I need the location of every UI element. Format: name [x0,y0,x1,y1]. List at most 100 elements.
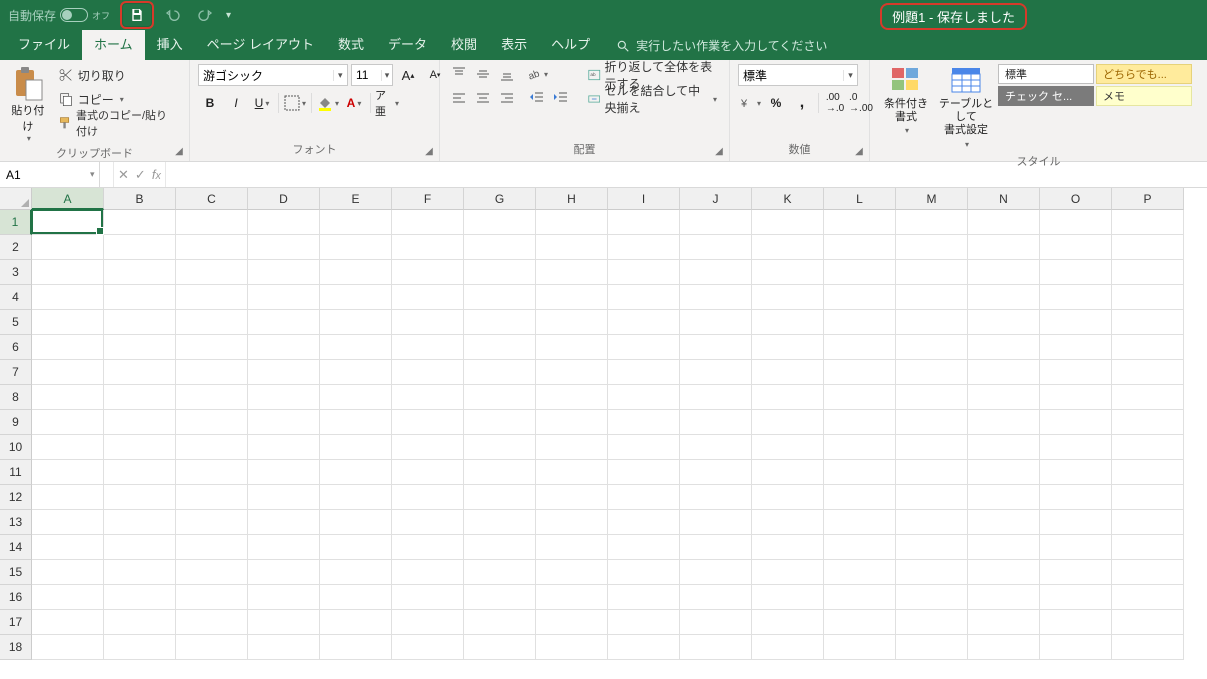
cell-M3[interactable] [896,260,968,285]
cell-C15[interactable] [176,560,248,585]
cell-H18[interactable] [536,635,608,660]
cell-B17[interactable] [104,610,176,635]
cell-C13[interactable] [176,510,248,535]
cell-A12[interactable] [32,485,104,510]
cell-P1[interactable] [1112,210,1184,235]
cell-O4[interactable] [1040,285,1112,310]
cell-N7[interactable] [968,360,1040,385]
cell-I16[interactable] [608,585,680,610]
cell-E6[interactable] [320,335,392,360]
cell-J12[interactable] [680,485,752,510]
cell-P3[interactable] [1112,260,1184,285]
cell-B1[interactable] [104,210,176,235]
align-bottom-button[interactable] [496,64,518,84]
cell-I8[interactable] [608,385,680,410]
tab-insert[interactable]: 挿入 [145,28,195,60]
cell-N17[interactable] [968,610,1040,635]
cell-E15[interactable] [320,560,392,585]
cell-E5[interactable] [320,310,392,335]
row-header-3[interactable]: 3 [0,260,32,285]
cell-L15[interactable] [824,560,896,585]
cell-G9[interactable] [464,410,536,435]
cell-B16[interactable] [104,585,176,610]
cell-O18[interactable] [1040,635,1112,660]
cell-L11[interactable] [824,460,896,485]
cell-L14[interactable] [824,535,896,560]
cell-E1[interactable] [320,210,392,235]
cell-F12[interactable] [392,485,464,510]
cell-I4[interactable] [608,285,680,310]
cell-I15[interactable] [608,560,680,585]
cell-O14[interactable] [1040,535,1112,560]
cell-K14[interactable] [752,535,824,560]
cell-P8[interactable] [1112,385,1184,410]
cell-C9[interactable] [176,410,248,435]
orientation-button[interactable]: ab▾ [526,64,548,84]
cell-J16[interactable] [680,585,752,610]
paste-button[interactable]: 貼り付け ▾ [8,64,48,143]
cell-L3[interactable] [824,260,896,285]
cell-A14[interactable] [32,535,104,560]
format-as-table-button[interactable]: テーブルとして 書式設定▾ [938,64,994,151]
insert-function-button[interactable]: fx [152,167,161,182]
column-header-A[interactable]: A [32,188,104,210]
number-format-combo[interactable]: ▾ [738,64,858,86]
style-normal[interactable]: 標準 [998,64,1094,84]
cell-C14[interactable] [176,535,248,560]
align-top-button[interactable] [448,64,470,84]
cell-G12[interactable] [464,485,536,510]
format-painter-button[interactable]: 書式のコピー/貼り付け [54,112,181,134]
row-header-7[interactable]: 7 [0,360,32,385]
cell-O11[interactable] [1040,460,1112,485]
cell-D15[interactable] [248,560,320,585]
cell-K11[interactable] [752,460,824,485]
cell-J14[interactable] [680,535,752,560]
cell-N1[interactable] [968,210,1040,235]
cell-H12[interactable] [536,485,608,510]
cell-G3[interactable] [464,260,536,285]
cell-G18[interactable] [464,635,536,660]
column-header-H[interactable]: H [536,188,608,210]
cell-B4[interactable] [104,285,176,310]
autosave-pill[interactable] [60,8,88,22]
cell-N15[interactable] [968,560,1040,585]
row-header-16[interactable]: 16 [0,585,32,610]
cell-I2[interactable] [608,235,680,260]
cell-F1[interactable] [392,210,464,235]
cell-H7[interactable] [536,360,608,385]
cell-P12[interactable] [1112,485,1184,510]
cell-P10[interactable] [1112,435,1184,460]
row-header-8[interactable]: 8 [0,385,32,410]
cell-J11[interactable] [680,460,752,485]
cell-E12[interactable] [320,485,392,510]
italic-button[interactable]: I [224,92,248,114]
cell-O9[interactable] [1040,410,1112,435]
cell-K12[interactable] [752,485,824,510]
cell-H8[interactable] [536,385,608,410]
cell-M18[interactable] [896,635,968,660]
cell-H9[interactable] [536,410,608,435]
cell-G1[interactable] [464,210,536,235]
tab-formulas[interactable]: 数式 [326,28,376,60]
cell-O12[interactable] [1040,485,1112,510]
cell-I9[interactable] [608,410,680,435]
cell-A13[interactable] [32,510,104,535]
cell-A9[interactable] [32,410,104,435]
cell-K16[interactable] [752,585,824,610]
row-header-5[interactable]: 5 [0,310,32,335]
cell-O5[interactable] [1040,310,1112,335]
cell-P17[interactable] [1112,610,1184,635]
cell-F15[interactable] [392,560,464,585]
cell-L9[interactable] [824,410,896,435]
cell-I6[interactable] [608,335,680,360]
cell-D3[interactable] [248,260,320,285]
cell-J10[interactable] [680,435,752,460]
cell-K1[interactable] [752,210,824,235]
cell-N3[interactable] [968,260,1040,285]
cell-O8[interactable] [1040,385,1112,410]
cell-K5[interactable] [752,310,824,335]
cell-J15[interactable] [680,560,752,585]
cell-D17[interactable] [248,610,320,635]
cell-J7[interactable] [680,360,752,385]
number-launcher[interactable]: ◢ [853,145,865,157]
